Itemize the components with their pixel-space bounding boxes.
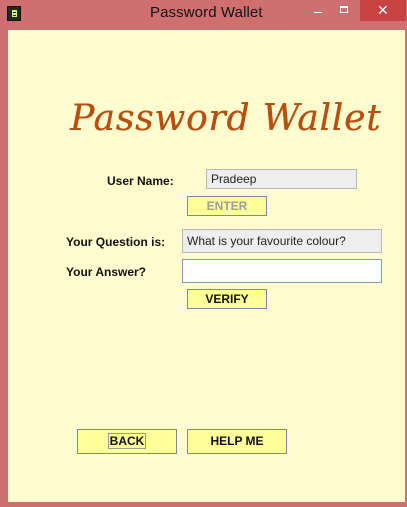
- window-titlebar: Password Wallet ✕: [0, 0, 407, 30]
- answer-input[interactable]: [182, 259, 382, 283]
- maximize-icon: [340, 6, 348, 13]
- your-answer-label: Your Answer?: [66, 265, 147, 279]
- security-question-field: What is your favourite colour?: [182, 229, 382, 253]
- back-button-label: BACK: [107, 433, 147, 449]
- close-icon: ✕: [377, 2, 389, 18]
- back-button[interactable]: BACK: [77, 429, 177, 454]
- minimize-button[interactable]: [305, 0, 331, 21]
- enter-button[interactable]: ENTER: [187, 196, 267, 216]
- wallet-app-icon: [7, 6, 21, 21]
- wallet-app-icon-line: [13, 12, 16, 13]
- password-wallet-window: Password Wallet ✕ Password Wallet User N…: [0, 0, 407, 507]
- your-question-label: Your Question is:: [66, 235, 166, 249]
- help-me-button[interactable]: HELP ME: [187, 429, 287, 454]
- password-wallet-logo: Password Wallet: [70, 98, 382, 139]
- maximize-button[interactable]: [332, 0, 358, 21]
- window-title: Password Wallet: [150, 4, 263, 21]
- user-name-field: Pradeep: [206, 169, 357, 189]
- close-button[interactable]: ✕: [360, 0, 406, 21]
- wallet-app-icon-line: [13, 15, 16, 16]
- wallet-content-panel: Password Wallet User Name: Pradeep ENTER…: [8, 30, 405, 502]
- verify-button[interactable]: VERIFY: [187, 289, 267, 309]
- user-name-label: User Name:: [107, 174, 174, 188]
- wallet-app-icon-inner: [11, 9, 18, 18]
- minimize-icon: [314, 12, 322, 13]
